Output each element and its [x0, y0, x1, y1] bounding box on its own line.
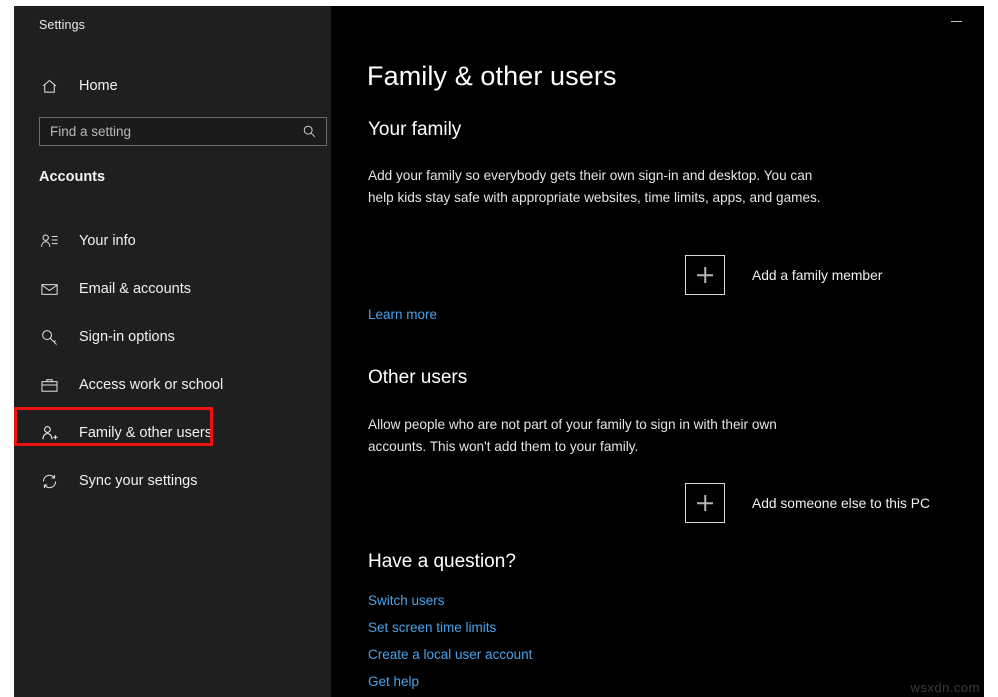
your-family-heading: Your family: [368, 119, 461, 141]
add-someone-else-label: Add someone else to this PC: [752, 496, 930, 511]
search-box[interactable]: [39, 117, 327, 146]
sidebar: Settings Home: [14, 6, 331, 697]
sidebar-item-home-label: Home: [79, 78, 118, 94]
settings-window: Settings Home: [14, 6, 984, 697]
plus-icon: [685, 483, 725, 523]
sidebar-item-home[interactable]: Home: [25, 68, 325, 104]
add-someone-else-button[interactable]: Add someone else to this PC: [685, 483, 930, 523]
sidebar-item-signin-options[interactable]: Sign-in options: [14, 313, 331, 361]
question-link-screen-time-limits[interactable]: Set screen time limits: [368, 620, 496, 635]
other-users-description: Allow people who are not part of your fa…: [368, 414, 818, 457]
title-bar: [14, 6, 984, 38]
other-users-heading: Other users: [368, 367, 467, 389]
briefcase-icon: [38, 374, 60, 396]
sidebar-item-label: Sync your settings: [79, 473, 197, 489]
page-title: Family & other users: [367, 61, 617, 92]
question-link-switch-users[interactable]: Switch users: [368, 593, 445, 608]
sidebar-item-label: Your info: [79, 233, 136, 249]
add-family-member-label: Add a family member: [752, 268, 882, 283]
question-link-get-help[interactable]: Get help: [368, 674, 419, 689]
home-icon: [38, 75, 60, 97]
minimize-button[interactable]: [934, 6, 978, 36]
sidebar-item-label: Family & other users: [79, 425, 212, 441]
sidebar-item-access-work-school[interactable]: Access work or school: [14, 361, 331, 409]
sidebar-item-email-accounts[interactable]: Email & accounts: [14, 265, 331, 313]
screenshot-root: Settings Home: [0, 0, 998, 697]
add-family-member-button[interactable]: Add a family member: [685, 255, 882, 295]
sidebar-nav-list: Your info Email & accounts: [14, 217, 331, 505]
envelope-icon: [38, 278, 60, 300]
sidebar-item-your-info[interactable]: Your info: [14, 217, 331, 265]
search-input[interactable]: [40, 118, 296, 145]
sync-icon: [38, 470, 60, 492]
your-family-description: Add your family so everybody gets their …: [368, 165, 838, 208]
have-a-question-heading: Have a question?: [368, 551, 516, 573]
question-link-create-local-account[interactable]: Create a local user account: [368, 647, 532, 662]
main-content: Family & other users Your family Add you…: [331, 6, 984, 697]
sidebar-section-label: Accounts: [39, 169, 105, 185]
plus-icon: [685, 255, 725, 295]
sidebar-item-sync-settings[interactable]: Sync your settings: [14, 457, 331, 505]
sidebar-item-label: Sign-in options: [79, 329, 175, 345]
sidebar-item-family-other-users[interactable]: Family & other users: [14, 409, 331, 457]
search-icon: [296, 124, 322, 139]
learn-more-link[interactable]: Learn more: [368, 307, 437, 322]
minimize-icon: [951, 21, 962, 22]
key-icon: [38, 326, 60, 348]
sidebar-item-label: Email & accounts: [79, 281, 191, 297]
sidebar-item-label: Access work or school: [79, 377, 223, 393]
watermark-text: wsxdn.com: [910, 680, 980, 695]
person-lines-icon: [38, 230, 60, 252]
person-plus-icon: [38, 422, 60, 444]
